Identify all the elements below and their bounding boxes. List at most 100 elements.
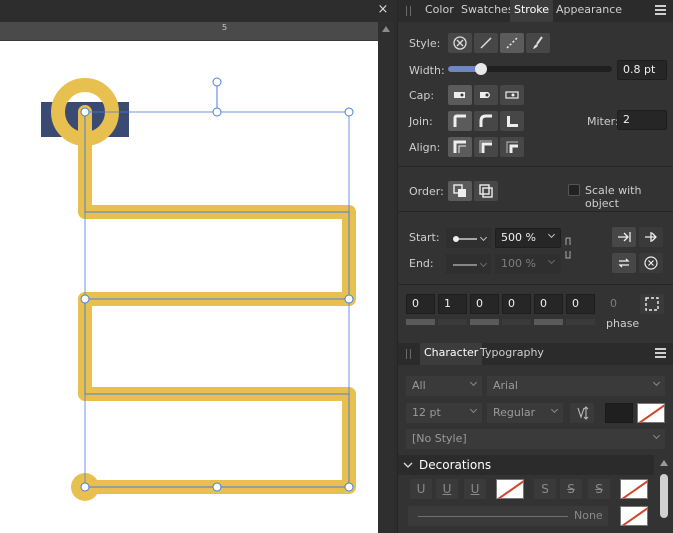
align-outside-icon xyxy=(506,141,518,153)
width-input[interactable]: 0.8 pt xyxy=(617,60,667,80)
end-arrowhead-select[interactable] xyxy=(446,254,491,274)
document-tab-bar: × xyxy=(0,0,394,22)
gap-field-1[interactable]: 1 xyxy=(438,294,467,314)
decorations-scrollbar[interactable] xyxy=(660,460,668,533)
handle-top-right[interactable] xyxy=(344,107,354,117)
text-stroke-swatch[interactable] xyxy=(637,403,665,423)
align-outside-button[interactable] xyxy=(500,137,524,157)
align-inside-button[interactable] xyxy=(474,137,498,157)
dash-field-3[interactable]: 0 xyxy=(534,294,563,314)
decorations-header[interactable]: Decorations xyxy=(398,455,654,475)
handle-mid-right[interactable] xyxy=(344,294,354,304)
underline-color-swatch[interactable] xyxy=(496,479,524,499)
canvas-area[interactable]: × 5 xyxy=(0,0,394,533)
handle-top-mid[interactable] xyxy=(212,107,222,117)
grip-icon[interactable] xyxy=(406,349,411,359)
join-label: Join: xyxy=(409,115,433,128)
round-cap-button[interactable] xyxy=(474,85,498,105)
dash-field-1[interactable]: 0 xyxy=(406,294,435,314)
dashed-square-icon xyxy=(645,297,659,311)
stroke-front-icon xyxy=(479,184,493,198)
tab-character[interactable]: Character xyxy=(420,343,483,365)
handle-bottom-left[interactable] xyxy=(80,482,90,492)
double-strikethrough-button[interactable]: S xyxy=(560,479,582,499)
start-arrow-icon xyxy=(453,236,477,242)
stroke-behind-button[interactable] xyxy=(448,181,472,201)
line-preview xyxy=(418,516,568,517)
start-label: Start: xyxy=(409,231,440,244)
text-fit-button[interactable] xyxy=(570,403,594,423)
panel-menu-icon[interactable] xyxy=(655,5,666,15)
double-underline-label: U xyxy=(442,482,452,496)
dash-alignment-button[interactable] xyxy=(640,294,664,314)
align-center-button[interactable] xyxy=(448,137,472,157)
solid-line-button[interactable] xyxy=(474,33,498,53)
strikethrough-custom-button[interactable]: S xyxy=(588,479,610,499)
dash-field-2[interactable]: 0 xyxy=(470,294,499,314)
miter-join-button[interactable] xyxy=(448,111,472,131)
rotation-handle[interactable] xyxy=(212,77,222,87)
font-family-select[interactable]: Arial xyxy=(487,376,665,396)
scale-with-object-checkbox[interactable] xyxy=(568,184,580,196)
text-fill-swatch[interactable] xyxy=(605,403,633,423)
underline-button[interactable]: U xyxy=(410,479,432,499)
swap-arrows-button[interactable] xyxy=(612,253,636,273)
arrow-beyond-button[interactable] xyxy=(639,227,663,247)
width-slider[interactable] xyxy=(448,63,612,75)
tab-color[interactable]: Color xyxy=(421,0,458,22)
underline-custom-label: U xyxy=(470,482,480,496)
tab-stroke[interactable]: Stroke xyxy=(510,0,554,22)
line-color-swatch[interactable] xyxy=(620,506,648,526)
line-style-value: None xyxy=(574,509,603,522)
remove-arrows-button[interactable] xyxy=(639,253,663,273)
phase-value[interactable]: 0 xyxy=(610,297,617,310)
width-slider-knob[interactable] xyxy=(474,63,487,75)
text-style-select[interactable]: [No Style] xyxy=(406,429,665,449)
line-style-select[interactable]: None xyxy=(408,506,608,526)
gap-field-2[interactable]: 0 xyxy=(502,294,531,314)
scroll-thumb[interactable] xyxy=(660,474,668,518)
artwork[interactable] xyxy=(0,41,378,533)
grip-icon[interactable] xyxy=(406,6,411,16)
butt-cap-button[interactable] xyxy=(448,85,472,105)
double-strikethrough-label: S xyxy=(567,482,575,496)
font-size-select[interactable]: 12 pt xyxy=(406,403,482,423)
scroll-up-icon[interactable] xyxy=(660,460,668,466)
dashed-line-button[interactable] xyxy=(500,33,524,53)
round-join-button[interactable] xyxy=(474,111,498,131)
brush-button[interactable] xyxy=(526,33,550,53)
link-scale-icon[interactable] xyxy=(563,237,573,259)
handle-mid-left[interactable] xyxy=(80,294,90,304)
gap-field-3[interactable]: 0 xyxy=(566,294,595,314)
start-arrowhead-select[interactable] xyxy=(446,228,491,248)
vertical-scrollbar[interactable] xyxy=(378,22,394,533)
close-icon[interactable]: × xyxy=(374,1,392,19)
scroll-up-icon[interactable] xyxy=(382,26,390,32)
miter-input[interactable]: 2 xyxy=(617,110,667,130)
dash-bar xyxy=(406,319,435,325)
tab-typography[interactable]: Typography xyxy=(476,343,548,365)
divider xyxy=(398,284,673,285)
handle-bottom-right[interactable] xyxy=(344,482,354,492)
tab-appearance[interactable]: Appearance xyxy=(552,0,626,22)
tab-swatches[interactable]: Swatches xyxy=(457,0,518,22)
square-cap-button[interactable] xyxy=(500,85,524,105)
horizontal-ruler[interactable]: 5 xyxy=(0,22,378,41)
panel-menu-icon[interactable] xyxy=(655,348,666,358)
handle-top-left[interactable] xyxy=(80,107,90,117)
font-weight-select[interactable]: Regular xyxy=(487,403,563,423)
double-underline-button[interactable]: U xyxy=(436,479,458,499)
solid-line-icon xyxy=(480,37,492,49)
underline-custom-button[interactable]: U xyxy=(464,479,486,499)
handle-bottom-mid[interactable] xyxy=(212,482,222,492)
brush-icon xyxy=(533,36,543,49)
strikethrough-button[interactable]: S xyxy=(534,479,556,499)
stroke-front-button[interactable] xyxy=(474,181,498,201)
font-category-select[interactable]: All xyxy=(406,376,482,396)
bevel-join-button[interactable] xyxy=(500,111,524,131)
cap-buttons xyxy=(448,85,524,105)
document-page[interactable] xyxy=(0,41,378,533)
no-stroke-button[interactable] xyxy=(448,33,472,53)
strikethrough-color-swatch[interactable] xyxy=(620,479,648,499)
arrow-position-button[interactable] xyxy=(612,227,636,247)
